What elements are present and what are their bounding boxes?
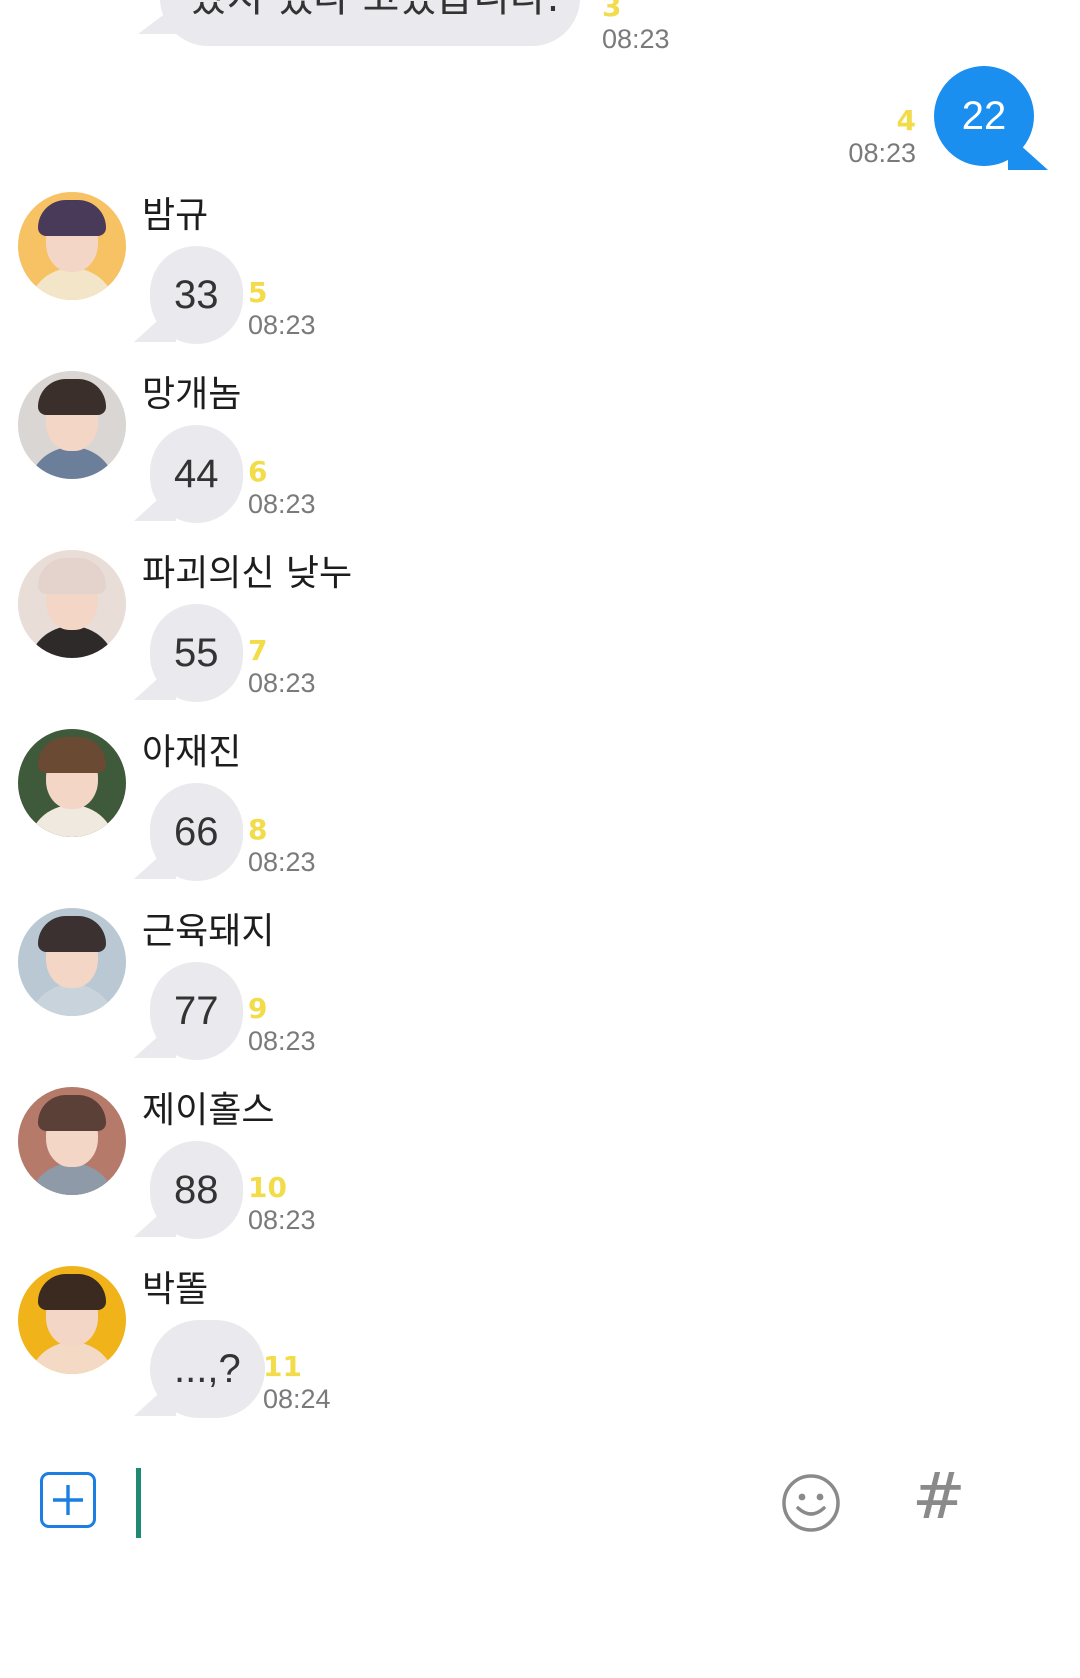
message-time: 08:23: [602, 24, 670, 54]
incoming-message: 아재진 66 8 08:23: [0, 729, 1080, 907]
sender-name: 아재진: [142, 732, 242, 773]
message-input-bar: #: [0, 1460, 1080, 1678]
incoming-message: 근육돼지 77 9 08:23: [0, 908, 1080, 1086]
message-bubble[interactable]: 33: [150, 246, 243, 344]
message-bubble[interactable]: ...,?: [150, 1320, 265, 1418]
sender-name: 망개놈: [142, 374, 242, 415]
sender-name: 밤규: [142, 195, 209, 236]
message-time: 08:23: [248, 1026, 316, 1056]
message-meta: 3 08:23: [602, 0, 670, 56]
chat-messages[interactable]: 봤지 쌨다 고쳤습니다. 3 08:23 4 08:23 22 밤규 33 5 …: [0, 0, 1080, 1530]
message-meta: 6 08:23: [248, 457, 316, 521]
unread-count: 5: [248, 276, 268, 309]
message-meta: 9 08:23: [248, 994, 316, 1058]
message-time: 08:23: [248, 489, 316, 519]
emoji-icon: [780, 1474, 842, 1538]
unread-count: 3: [602, 0, 622, 23]
message-bubble[interactable]: 봤지 쌨다 고쳤습니다.: [160, 0, 580, 46]
hashtag-button[interactable]: #: [912, 1460, 966, 1534]
sender-name: 근육돼지: [142, 911, 275, 952]
message-meta: 8 08:23: [248, 815, 316, 879]
incoming-message: 박똘 ...,? 11 08:24: [0, 1266, 1080, 1444]
incoming-message: 파괴의신 낮누 55 7 08:23: [0, 550, 1080, 728]
message-time: 08:23: [848, 138, 916, 168]
avatar[interactable]: [18, 1087, 126, 1195]
message-bubble[interactable]: 88: [150, 1141, 243, 1239]
message-meta: 4 08:23: [848, 106, 916, 170]
message-time: 08:23: [248, 847, 316, 877]
add-attachment-button[interactable]: [40, 1472, 96, 1528]
message-meta: 7 08:23: [248, 636, 316, 700]
message-time: 08:24: [263, 1384, 331, 1414]
message-time: 08:23: [248, 668, 316, 698]
avatar[interactable]: [18, 729, 126, 837]
message-meta: 5 08:23: [248, 278, 316, 342]
incoming-message: 망개놈 44 6 08:23: [0, 371, 1080, 549]
avatar[interactable]: [18, 371, 126, 479]
unread-count: 7: [248, 634, 268, 667]
message-bubble[interactable]: 77: [150, 962, 243, 1060]
avatar[interactable]: [18, 908, 126, 1016]
avatar[interactable]: [18, 1266, 126, 1374]
message-bubble[interactable]: 22: [934, 66, 1034, 166]
unread-count: 4: [896, 104, 916, 137]
sender-name: 박똘: [142, 1269, 209, 1310]
message-meta: 11 08:24: [263, 1352, 331, 1416]
message-bubble[interactable]: 55: [150, 604, 243, 702]
sender-name: 제이홀스: [142, 1090, 275, 1131]
message-bubble[interactable]: 44: [150, 425, 243, 523]
sender-name: 파괴의신 낮누: [142, 553, 353, 594]
message-bubble[interactable]: 66: [150, 783, 243, 881]
incoming-message: 제이홀스 88 10 08:23: [0, 1087, 1080, 1265]
incoming-message: 밤규 33 5 08:23: [0, 192, 1080, 370]
unread-count: 10: [248, 1171, 287, 1204]
message-text-input[interactable]: [136, 1468, 141, 1538]
message-time: 08:23: [248, 1205, 316, 1235]
unread-count: 11: [263, 1350, 302, 1383]
unread-count: 6: [248, 455, 268, 488]
avatar[interactable]: [18, 550, 126, 658]
message-meta: 10 08:23: [248, 1173, 316, 1237]
unread-count: 9: [248, 992, 268, 1025]
message-time: 08:23: [248, 310, 316, 340]
unread-count: 8: [248, 813, 268, 846]
avatar[interactable]: [18, 192, 126, 300]
emoji-button[interactable]: [780, 1472, 842, 1538]
